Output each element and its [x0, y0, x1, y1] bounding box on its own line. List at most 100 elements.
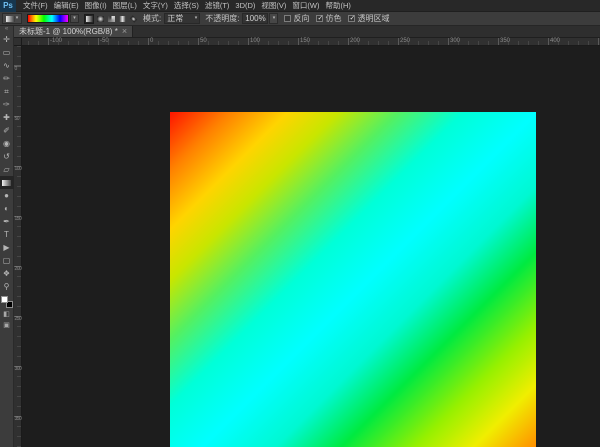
- gradient-type-buttons: [84, 14, 138, 24]
- pen-tool[interactable]: ✒: [0, 215, 14, 228]
- checkbox-label: 仿色: [325, 13, 341, 24]
- document-tab[interactable]: 未标题-1 @ 100%(RGB/8) * ×: [14, 26, 133, 37]
- checkbox-label: 透明区域: [357, 13, 389, 24]
- menu-item-6[interactable]: 选择(S): [171, 0, 202, 12]
- chevron-down-icon: ▾: [16, 16, 19, 21]
- angle-gradient-button[interactable]: [106, 14, 116, 24]
- eraser-tool[interactable]: ▱: [0, 163, 14, 176]
- tool-preset-picker[interactable]: ▾: [2, 13, 22, 24]
- document-tab-bar: 未标题-1 @ 100%(RGB/8) * ×: [14, 26, 600, 38]
- foreground-color-swatch[interactable]: [1, 296, 8, 303]
- menu-item-10[interactable]: 窗口(W): [289, 0, 322, 12]
- hand-tool[interactable]: ❖: [0, 267, 14, 280]
- opacity-input[interactable]: 100%: [242, 13, 268, 24]
- rectangular-marquee-tool[interactable]: ▭: [0, 46, 14, 59]
- clone-stamp-tool-icon: ◉: [3, 140, 10, 148]
- canvas-workspace: [22, 46, 600, 447]
- menu-bar: Ps 文件(F)编辑(E)图像(I)图层(L)文字(Y)选择(S)滤镜(T)3D…: [0, 0, 600, 12]
- spot-healing-brush-tool[interactable]: ✚: [0, 111, 14, 124]
- h-ruler-label: -50: [100, 38, 109, 45]
- checkbox-checked-icon: ✓: [348, 15, 355, 22]
- v-ruler-label: 100: [15, 167, 22, 172]
- menu-item-7[interactable]: 滤镜(T): [202, 0, 233, 12]
- rectangular-marquee-tool-icon: ▭: [3, 49, 11, 57]
- canvas-image[interactable]: [170, 112, 536, 447]
- ruler-corner: [14, 38, 22, 46]
- toolbox: « ✛ ▭ ∿ ✏ ⌗ ✑ ✚ ✐ ◉ ↺ ▱ ● ◐ ✒ T ▶ ▢ ❖ ⚲ ◧ ▣: [0, 26, 14, 447]
- quick-mask-button[interactable]: ◧: [0, 308, 14, 319]
- v-ruler-label: 0: [15, 67, 17, 72]
- color-swatches: [0, 295, 13, 308]
- menu-item-11[interactable]: 帮助(H): [323, 0, 354, 12]
- opacity-slider-arrow[interactable]: ▾: [269, 13, 278, 24]
- spot-healing-brush-tool-icon: ✚: [3, 114, 10, 122]
- reflected-gradient-button[interactable]: [117, 14, 127, 24]
- screen-mode-button[interactable]: ▣: [0, 319, 14, 330]
- move-tool[interactable]: ✛: [0, 33, 14, 46]
- menu-item-2[interactable]: 编辑(E): [51, 0, 82, 12]
- linear-gradient-button[interactable]: [84, 14, 94, 24]
- dodge-tool-icon: ◐: [4, 205, 9, 213]
- opacity-value: 100%: [245, 14, 265, 23]
- gradient-picker-arrow[interactable]: ▾: [70, 14, 79, 23]
- checkbox-label: 反向: [293, 13, 309, 24]
- gradient-preview[interactable]: [27, 14, 69, 23]
- crop-tool-icon: ⌗: [4, 88, 9, 96]
- history-brush-tool-icon: ↺: [3, 153, 10, 161]
- hand-tool-icon: ❖: [3, 270, 10, 278]
- lasso-tool-icon: ∿: [3, 62, 10, 70]
- radial-gradient-icon: [97, 16, 104, 22]
- radial-gradient-button[interactable]: [95, 14, 105, 24]
- crop-tool[interactable]: ⌗: [0, 85, 14, 98]
- blur-tool[interactable]: ●: [0, 189, 14, 202]
- menu-item-9[interactable]: 视图(V): [258, 0, 289, 12]
- horizontal-type-tool[interactable]: T: [0, 228, 14, 241]
- h-ruler-label: 250: [400, 38, 410, 45]
- h-ruler-label: 50: [200, 38, 207, 45]
- menu-item-5[interactable]: 文字(Y): [140, 0, 171, 12]
- checkbox-unchecked-icon: [284, 15, 291, 22]
- brush-tool[interactable]: ✐: [0, 124, 14, 137]
- rectangle-tool-icon: ▢: [3, 257, 11, 265]
- vertical-ruler[interactable]: 050100150200250300350: [14, 46, 22, 447]
- horizontal-type-tool-icon: T: [4, 231, 9, 239]
- v-ruler-label: 250: [15, 317, 22, 322]
- move-tool-icon: ✛: [3, 36, 10, 44]
- pen-tool-icon: ✒: [3, 218, 10, 226]
- rectangle-tool[interactable]: ▢: [0, 254, 14, 267]
- path-selection-tool-icon: ▶: [3, 244, 9, 252]
- menu-item-1[interactable]: 文件(F): [20, 0, 51, 12]
- checkbox-option-2[interactable]: ✓仿色: [316, 13, 341, 24]
- h-ruler-label: 350: [500, 38, 510, 45]
- chevron-down-icon: ▾: [273, 16, 276, 21]
- checkbox-option-1[interactable]: 反向: [284, 13, 309, 24]
- zoom-tool[interactable]: ⚲: [0, 280, 14, 293]
- lasso-tool[interactable]: ∿: [0, 59, 14, 72]
- eyedropper-tool[interactable]: ✑: [0, 98, 14, 111]
- quick-selection-tool[interactable]: ✏: [0, 72, 14, 85]
- mode-select[interactable]: 正常 ▾: [164, 13, 200, 24]
- diamond-gradient-button[interactable]: [128, 14, 138, 24]
- v-ruler-label: 200: [15, 267, 22, 272]
- dodge-tool[interactable]: ◐: [0, 202, 14, 215]
- gradient-tool[interactable]: [0, 176, 14, 189]
- photoshop-logo[interactable]: Ps: [0, 0, 16, 12]
- diamond-gradient-icon: [129, 15, 136, 22]
- history-brush-tool[interactable]: ↺: [0, 150, 14, 163]
- menu-item-8[interactable]: 3D(D): [232, 0, 258, 12]
- menu-item-4[interactable]: 图层(L): [110, 0, 140, 12]
- menu-item-3[interactable]: 图像(I): [82, 0, 110, 12]
- h-ruler-label: 300: [450, 38, 460, 45]
- tool-options-bar: ▾ ▾ 模式: 正常 ▾ 不透明度: 100% ▾ 反向✓仿色✓透明区域: [0, 12, 600, 26]
- horizontal-ruler[interactable]: -100-50050100150200250300350400450: [14, 38, 600, 46]
- close-icon[interactable]: ×: [122, 27, 127, 36]
- v-ruler-label: 300: [15, 367, 22, 372]
- linear-gradient-icon: [86, 16, 93, 22]
- v-ruler-label: 350: [15, 417, 22, 422]
- checkbox-option-3[interactable]: ✓透明区域: [348, 13, 389, 24]
- document-tab-title: 未标题-1 @ 100%(RGB/8) *: [19, 26, 118, 37]
- toolbox-collapse-button[interactable]: «: [5, 26, 8, 33]
- h-ruler-label: 100: [250, 38, 260, 45]
- clone-stamp-tool[interactable]: ◉: [0, 137, 14, 150]
- path-selection-tool[interactable]: ▶: [0, 241, 14, 254]
